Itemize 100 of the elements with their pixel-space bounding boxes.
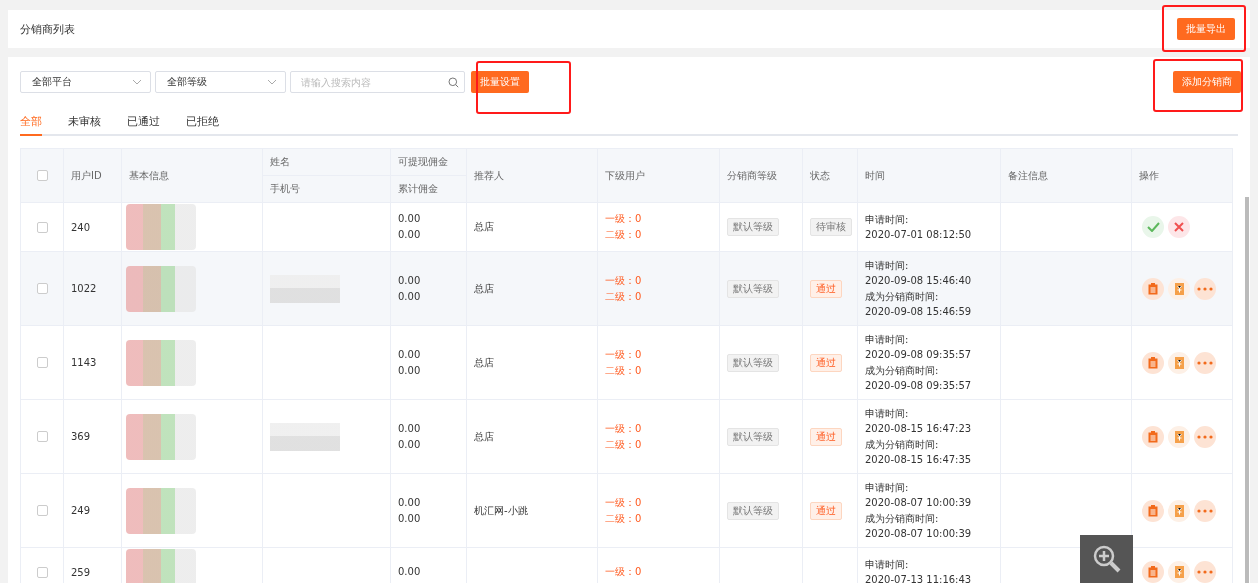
column-header: 推荐人 — [474, 169, 504, 181]
level-tag: 默认等级 — [727, 279, 779, 298]
document-icon — [1174, 430, 1184, 443]
details-button[interactable] — [1142, 561, 1164, 583]
check-icon — [1146, 222, 1160, 232]
time-text: 申请时间: — [865, 212, 910, 227]
filter-tab[interactable]: 已通过 — [127, 111, 160, 136]
clipboard-icon — [1148, 566, 1158, 578]
row-checkbox[interactable] — [36, 357, 48, 369]
level-tag: 默认等级 — [727, 427, 779, 446]
filter-tab[interactable]: 已拒绝 — [186, 111, 219, 136]
column-header: 下级用户 — [605, 169, 645, 181]
sub-user-count: 二级：0 — [605, 512, 643, 525]
chevron-down-icon — [267, 79, 277, 85]
column-header: 分销商等级 — [727, 169, 777, 181]
document-icon — [1174, 356, 1184, 369]
total-commission: 0.00 — [398, 364, 422, 377]
withdrawable-amount: 0.00 — [398, 422, 422, 435]
time-text: 2020-07-01 08:12:50 — [865, 228, 973, 242]
blurred-avatar-placeholder — [126, 549, 196, 583]
time-text: 2020-09-08 15:46:59 — [865, 305, 973, 319]
approve-button[interactable] — [1142, 216, 1164, 238]
details-button[interactable] — [1142, 425, 1164, 448]
more-button[interactable] — [1194, 277, 1216, 300]
select-all-checkbox[interactable] — [36, 170, 48, 182]
level-select[interactable]: 全部等级 — [155, 71, 286, 93]
column-header: 姓名 — [270, 156, 290, 167]
clipboard-icon — [1148, 356, 1158, 369]
document-icon — [1174, 282, 1184, 295]
details-button[interactable] — [1142, 277, 1164, 300]
referrer-name: 总店 — [474, 282, 494, 294]
sub-user-count: 二级：0 — [605, 229, 643, 241]
platform-select[interactable]: 全部平台 — [20, 71, 151, 93]
sub-user-count: 一级：0 — [605, 566, 643, 578]
clipboard-icon — [1148, 282, 1158, 295]
time-text: 2020-08-07 10:00:39 — [865, 527, 973, 541]
time-text: 2020-09-08 09:35:57 — [865, 379, 973, 393]
more-icon — [1197, 434, 1213, 439]
magnifier-plus-icon — [1091, 544, 1122, 574]
commission-button[interactable] — [1168, 561, 1190, 583]
time-text: 2020-08-07 10:00:39 — [865, 496, 973, 510]
column-header: 用户ID — [71, 169, 102, 181]
filter-tab[interactable]: 未审核 — [68, 111, 101, 136]
row-checkbox[interactable] — [36, 431, 48, 443]
sub-user-count: 一级：0 — [605, 348, 643, 361]
row-checkbox[interactable] — [36, 505, 48, 517]
more-icon — [1197, 508, 1213, 513]
details-button[interactable] — [1142, 499, 1164, 522]
scrollbar[interactable] — [1245, 197, 1249, 583]
blurred-avatar-placeholder — [126, 487, 196, 534]
row-checkbox[interactable] — [36, 283, 48, 295]
time-text: 2020-07-13 11:16:43 — [865, 573, 973, 583]
row-checkbox[interactable] — [36, 221, 48, 233]
commission-button[interactable] — [1168, 425, 1190, 448]
sub-user-count: 二级：0 — [605, 438, 643, 451]
zoom-in-button[interactable] — [1080, 535, 1133, 583]
status-tag: 待审核 — [810, 218, 852, 236]
reject-button[interactable] — [1168, 216, 1190, 238]
user-id: 259 — [71, 566, 91, 578]
user-id: 1143 — [71, 357, 97, 368]
row-checkbox[interactable] — [36, 566, 48, 578]
column-header: 可提现佣金 — [398, 156, 448, 167]
referrer-name: 总店 — [474, 356, 494, 368]
level-tag: 默认等级 — [727, 218, 779, 236]
sub-user-count: 二级：0 — [605, 364, 643, 377]
time-text: 申请时间: — [865, 258, 910, 273]
search-field[interactable]: 请输入搜索内容 — [290, 71, 465, 93]
time-text: 申请时间: — [865, 406, 910, 421]
search-icon — [448, 76, 459, 88]
sub-user-count: 二级：0 — [605, 290, 643, 303]
status-tag: 通过 — [810, 279, 842, 298]
more-button[interactable] — [1194, 561, 1216, 583]
withdrawable-amount: 0.00 — [398, 274, 422, 287]
commission-button[interactable] — [1168, 351, 1190, 374]
status-tag: 通过 — [810, 353, 842, 372]
commission-button[interactable] — [1168, 277, 1190, 300]
time-text: 成为分销商时间: — [865, 289, 940, 304]
more-button[interactable] — [1194, 425, 1216, 448]
user-id: 249 — [71, 505, 91, 516]
more-icon — [1197, 360, 1213, 365]
user-id: 369 — [71, 431, 91, 442]
column-header: 时间 — [865, 169, 885, 181]
document-icon — [1174, 566, 1184, 578]
time-text: 成为分销商时间: — [865, 511, 940, 526]
status-tag: 通过 — [810, 427, 842, 446]
more-button[interactable] — [1194, 499, 1216, 522]
commission-button[interactable] — [1168, 499, 1190, 522]
column-header: 累计佣金 — [398, 183, 438, 194]
details-button[interactable] — [1142, 351, 1164, 374]
blurred-avatar-placeholder — [126, 339, 196, 386]
time-text: 2020-08-15 16:47:23 — [865, 422, 973, 436]
column-header: 操作 — [1139, 169, 1159, 181]
user-id: 1022 — [71, 283, 97, 294]
blurred-avatar-placeholder — [126, 204, 196, 250]
total-commission: 0.00 — [398, 229, 422, 241]
total-commission: 0.00 — [398, 438, 422, 451]
close-icon — [1174, 222, 1184, 232]
total-commission: 0.00 — [398, 290, 422, 303]
more-button[interactable] — [1194, 351, 1216, 374]
chevron-down-icon — [132, 79, 142, 85]
